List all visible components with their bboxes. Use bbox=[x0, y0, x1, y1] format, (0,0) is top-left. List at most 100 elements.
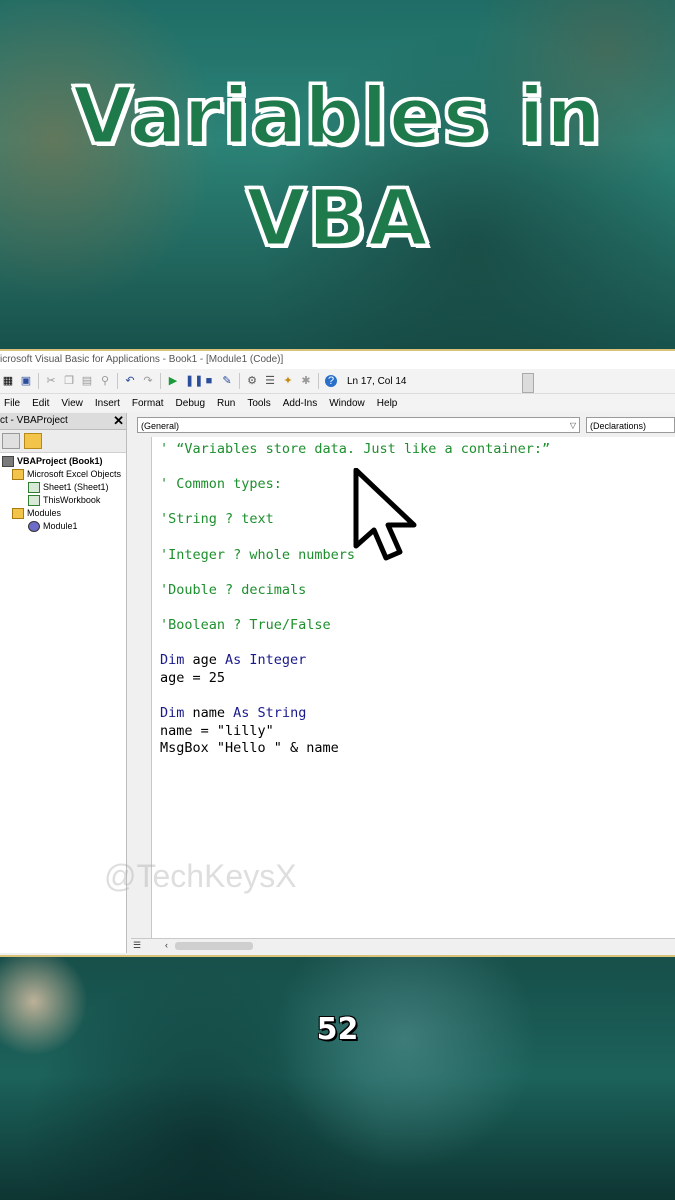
reset-icon[interactable]: ■ bbox=[203, 375, 215, 387]
headline-line-2: VBA bbox=[244, 174, 430, 264]
menu-add-ins[interactable]: Add-Ins bbox=[283, 398, 317, 409]
code-line: name = "lilly" bbox=[160, 723, 670, 741]
view-excel-icon[interactable]: ▦ bbox=[2, 375, 14, 387]
tree-item-label: ThisWorkbook bbox=[43, 495, 101, 505]
code-token: MsgBox "Hello " & name bbox=[160, 740, 339, 757]
code-token: 'Boolean ? True/False bbox=[160, 616, 331, 633]
menu-insert[interactable]: Insert bbox=[95, 398, 120, 409]
code-line: Dim age As Integer bbox=[160, 652, 670, 670]
page-number: 52 bbox=[316, 1012, 359, 1047]
headline-line-1: Variables in bbox=[71, 72, 603, 162]
code-token: Dim bbox=[160, 652, 185, 669]
code-window-combos: (General) ▽ (Declarations) bbox=[131, 413, 675, 437]
design-mode-icon[interactable]: ✎ bbox=[221, 375, 233, 387]
procedure-combo[interactable]: (Declarations) bbox=[585, 417, 675, 433]
tree-item-label: Modules bbox=[27, 508, 62, 518]
menu-file[interactable]: File bbox=[4, 398, 20, 409]
tree-item-module1[interactable]: Module1 bbox=[0, 520, 126, 533]
toolbar-separator bbox=[38, 373, 39, 389]
horizontal-scrollbar[interactable] bbox=[175, 942, 253, 950]
properties-icon[interactable]: ☰ bbox=[264, 375, 276, 387]
project-explorer-icon[interactable]: ⚙ bbox=[246, 375, 258, 387]
tree-item-sheet1[interactable]: Sheet1 (Sheet1) bbox=[0, 481, 126, 494]
toolbar-separator bbox=[160, 373, 161, 389]
project-tree: VBAProject (Book1) Microsoft Excel Objec… bbox=[0, 453, 126, 533]
code-window-statusbar: ☰ ‹ bbox=[131, 938, 675, 953]
run-icon[interactable]: ▶ bbox=[167, 375, 179, 387]
menu-debug[interactable]: Debug bbox=[176, 398, 205, 409]
object-browser-icon[interactable]: ✦ bbox=[282, 375, 294, 387]
chevron-down-icon: ▽ bbox=[569, 421, 576, 430]
code-token: As String bbox=[233, 704, 307, 721]
pause-icon[interactable]: ❚❚ bbox=[185, 375, 203, 387]
redo-icon[interactable]: ↷ bbox=[142, 375, 154, 387]
close-icon[interactable]: ✕ bbox=[113, 413, 124, 429]
code-line: Dim name As String bbox=[160, 705, 670, 723]
vba-editor-window: icrosoft Visual Basic for Applications -… bbox=[0, 349, 675, 957]
menu-bar: File Edit View Insert Format Debug Run T… bbox=[0, 394, 675, 412]
object-combo[interactable]: (General) ▽ bbox=[137, 417, 580, 433]
code-token: 'Integer ? whole numbers bbox=[160, 546, 356, 563]
toggle-folders-button[interactable] bbox=[24, 433, 42, 449]
toolbar-separator bbox=[239, 373, 240, 389]
project-explorer-header: ct - VBAProject ✕ bbox=[0, 413, 126, 430]
paste-icon[interactable]: ▤ bbox=[81, 375, 93, 387]
toolbar: ▦ ▣ ✂ ❐ ▤ ⚲ ↶ ↷ ▶ ❚❚ ■ ✎ ⚙ ☰ ✦ ✱ ? Ln 17… bbox=[0, 369, 675, 394]
project-explorer-title: ct - VBAProject bbox=[0, 415, 68, 426]
sheet-icon bbox=[28, 482, 40, 494]
code-line: MsgBox "Hello " & name bbox=[160, 740, 670, 758]
toolbar-overflow[interactable] bbox=[522, 373, 534, 393]
menu-format[interactable]: Format bbox=[132, 398, 164, 409]
find-icon[interactable]: ⚲ bbox=[99, 375, 111, 387]
window-title: icrosoft Visual Basic for Applications -… bbox=[0, 351, 675, 369]
project-explorer-toolbar bbox=[0, 430, 126, 453]
menu-run[interactable]: Run bbox=[217, 398, 235, 409]
view-mode-icon[interactable]: ☰ bbox=[133, 940, 147, 951]
code-token: Dim bbox=[160, 704, 185, 721]
code-token: 'String ? text bbox=[160, 511, 274, 528]
tree-item-label: Microsoft Excel Objects bbox=[27, 469, 122, 479]
copy-icon[interactable]: ❐ bbox=[63, 375, 75, 387]
mouse-pointer-icon bbox=[353, 468, 417, 561]
code-token: As Integer bbox=[225, 652, 307, 669]
menu-tools[interactable]: Tools bbox=[247, 398, 270, 409]
menu-help[interactable]: Help bbox=[377, 398, 398, 409]
sheet-icon bbox=[28, 495, 40, 507]
help-icon[interactable]: ? bbox=[325, 375, 337, 387]
object-combo-value: (General) bbox=[141, 421, 180, 431]
code-token: name bbox=[184, 704, 234, 721]
project-icon bbox=[2, 456, 14, 468]
tree-item-modules[interactable]: Modules bbox=[0, 507, 126, 520]
code-line: 'Boolean ? True/False bbox=[160, 617, 670, 635]
module-icon bbox=[28, 521, 40, 533]
folder-icon bbox=[12, 469, 24, 481]
code-token: ' Common types: bbox=[160, 476, 282, 493]
background-bottom bbox=[0, 952, 675, 1200]
scroll-left-icon[interactable]: ‹ bbox=[165, 940, 168, 950]
code-token: name = "lilly" bbox=[160, 722, 274, 739]
menu-view[interactable]: View bbox=[61, 398, 83, 409]
menu-window[interactable]: Window bbox=[329, 398, 365, 409]
code-token: age = 25 bbox=[160, 669, 226, 686]
code-token: ' “Variables store data. Just like a con… bbox=[160, 441, 551, 457]
tree-item-vbaproject[interactable]: VBAProject (Book1) bbox=[0, 455, 126, 468]
code-line: age = 25 bbox=[160, 670, 670, 688]
tree-item-excel-objects[interactable]: Microsoft Excel Objects bbox=[0, 468, 126, 481]
undo-icon[interactable]: ↶ bbox=[124, 375, 136, 387]
cut-icon[interactable]: ✂ bbox=[45, 375, 57, 387]
view-object-button[interactable] bbox=[2, 433, 20, 449]
cursor-position: Ln 17, Col 14 bbox=[347, 375, 407, 387]
menu-edit[interactable]: Edit bbox=[32, 398, 49, 409]
tree-item-label: Module1 bbox=[43, 521, 78, 531]
toolbox-icon[interactable]: ✱ bbox=[300, 375, 312, 387]
toolbar-separator bbox=[117, 373, 118, 389]
code-line: ' “Variables store data. Just like a con… bbox=[160, 441, 670, 459]
tree-item-label: Sheet1 (Sheet1) bbox=[43, 482, 109, 492]
code-line: 'Double ? decimals bbox=[160, 582, 670, 600]
save-icon[interactable]: ▣ bbox=[20, 375, 32, 387]
tree-item-thisworkbook[interactable]: ThisWorkbook bbox=[0, 494, 126, 507]
